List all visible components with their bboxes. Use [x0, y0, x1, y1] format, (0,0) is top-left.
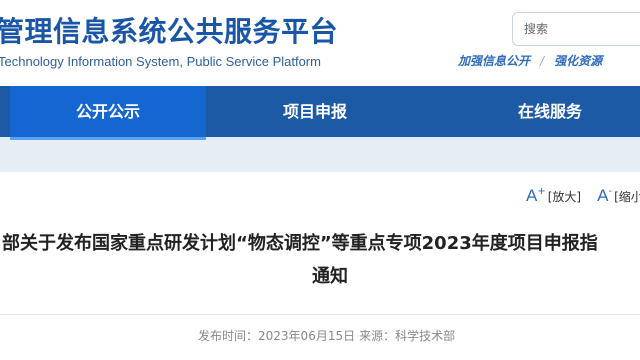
- article-title: 部关于发布国家重点研发计划“物态调控”等重点专项2023年度项目申报指 通知: [0, 227, 640, 293]
- source-label: 来源：: [359, 329, 396, 343]
- quick-links: 加强信息公开 / 强化资源: [458, 52, 602, 69]
- article-title-line1: 部关于发布国家重点研发计划“物态调控”等重点专项2023年度项目申报指: [2, 233, 598, 254]
- plus-icon: +: [537, 186, 546, 197]
- breadcrumb-bar: [0, 140, 640, 172]
- shrink-label: [缩小: [614, 190, 640, 204]
- quick-link-separator: /: [540, 54, 545, 68]
- site-header: 管理信息系统公共服务平台 Technology Information Syst…: [0, 0, 640, 82]
- nav-item-online-services[interactable]: 在线服务: [450, 86, 640, 137]
- publish-time-label: 发布时间：: [198, 329, 259, 343]
- search-box[interactable]: [512, 12, 640, 46]
- font-size-tools: A+ [放大] A- [缩小: [526, 186, 640, 206]
- main-nav: 公开公示 项目申报 在线服务: [0, 86, 640, 140]
- article-title-line2: 通知: [312, 266, 348, 287]
- font-enlarge-icon: A: [526, 186, 538, 205]
- publish-date: 2023年06月15日: [258, 329, 356, 343]
- shrink-font-button[interactable]: A- [缩小: [597, 186, 640, 206]
- minus-icon: -: [608, 186, 613, 197]
- nav-item-project-application[interactable]: 项目申报: [230, 86, 400, 137]
- site-title: 管理信息系统公共服务平台: [0, 15, 339, 48]
- enlarge-label: [放大]: [547, 190, 582, 204]
- article-meta: 发布时间：2023年06月15日 来源：科学技术部: [198, 327, 455, 344]
- enlarge-font-button[interactable]: A+ [放大]: [526, 186, 581, 206]
- quick-link-info-disclosure[interactable]: 加强信息公开: [458, 54, 530, 68]
- source-value: 科学技术部: [395, 329, 456, 343]
- nav-item-public-announcements[interactable]: 公开公示: [10, 86, 206, 140]
- title-divider: [0, 314, 640, 315]
- search-input[interactable]: [522, 13, 636, 45]
- quick-link-resources[interactable]: 强化资源: [554, 54, 602, 68]
- font-shrink-icon: A: [597, 186, 609, 205]
- site-subtitle: Technology Information System, Public Se…: [0, 54, 321, 69]
